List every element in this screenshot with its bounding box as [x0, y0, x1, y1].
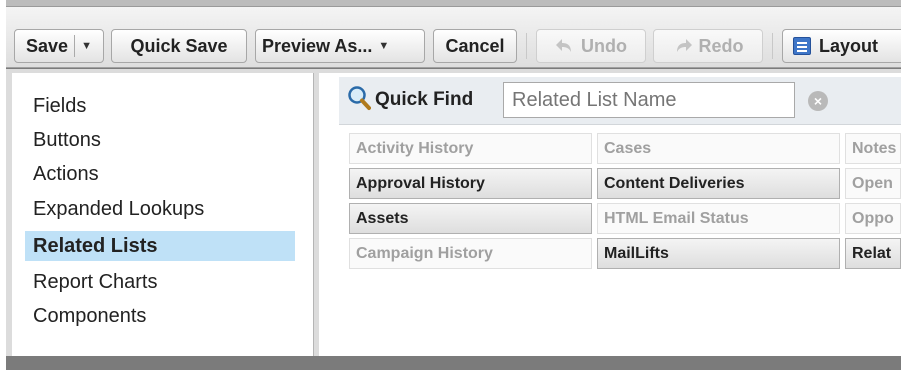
- preview-as-label: Preview As...: [262, 35, 373, 56]
- related-list-item-content-deliveries[interactable]: Content Deliveries: [597, 168, 840, 199]
- related-list-item-activity-history[interactable]: Activity History: [349, 133, 592, 164]
- related-list-item-assets[interactable]: Assets: [349, 203, 592, 234]
- redo-label: Redo: [698, 35, 744, 56]
- layout-label: Layout: [819, 35, 879, 56]
- layout-button[interactable]: Layout: [782, 29, 901, 63]
- related-list-item-relat[interactable]: Relat: [845, 238, 901, 269]
- sidebar-item-components[interactable]: Components: [25, 301, 295, 331]
- quick-find-input[interactable]: [503, 82, 795, 118]
- related-list-item-html-email-status[interactable]: HTML Email Status: [597, 203, 840, 234]
- sidebar-item-fields[interactable]: Fields: [25, 91, 295, 121]
- redo-button[interactable]: Redo: [653, 29, 763, 63]
- toolbar-divider: [526, 33, 527, 59]
- toolbar: Save ▼ Quick Save Preview As... ▼ Cancel…: [6, 6, 901, 68]
- sidebar-item-actions[interactable]: Actions: [25, 159, 295, 189]
- quick-find-bar: Quick Find ×: [339, 77, 901, 125]
- toolbar-divider: [772, 33, 773, 59]
- palette-main: Quick Find × Activity History Approval H…: [319, 73, 901, 356]
- related-list-item-cases[interactable]: Cases: [597, 133, 840, 164]
- undo-label: Undo: [581, 35, 627, 56]
- split-divider: [74, 35, 76, 57]
- sidebar-item-expanded-lookups[interactable]: Expanded Lookups: [25, 194, 295, 224]
- cancel-label: Cancel: [445, 35, 505, 56]
- related-list-item-campaign-history[interactable]: Campaign History: [349, 238, 592, 269]
- chevron-down-icon[interactable]: ▼: [81, 40, 92, 52]
- sidebar-item-report-charts[interactable]: Report Charts: [25, 267, 295, 297]
- quick-save-label: Quick Save: [130, 35, 228, 56]
- save-button[interactable]: Save ▼: [14, 29, 104, 63]
- sidebar-item-buttons[interactable]: Buttons: [25, 125, 295, 155]
- quick-find-label: Quick Find: [375, 89, 474, 110]
- preview-as-button[interactable]: Preview As... ▼: [255, 29, 425, 63]
- quick-save-button[interactable]: Quick Save: [111, 29, 247, 63]
- editor-body: Fields Buttons Actions Expanded Lookups …: [6, 69, 901, 356]
- layout-editor: Save ▼ Quick Save Preview As... ▼ Cancel…: [6, 0, 901, 370]
- related-list-item-maillifts[interactable]: MailLifts: [597, 238, 840, 269]
- undo-button[interactable]: Undo: [536, 29, 646, 63]
- related-list-item-notes[interactable]: Notes: [845, 133, 901, 164]
- cancel-button[interactable]: Cancel: [433, 29, 517, 63]
- sidebar-item-related-lists[interactable]: Related Lists: [25, 231, 295, 261]
- related-list-item-approval-history[interactable]: Approval History: [349, 168, 592, 199]
- layout-icon: [793, 37, 811, 55]
- related-list-item-oppo[interactable]: Oppo: [845, 203, 901, 234]
- save-button-label: Save: [26, 35, 69, 56]
- chevron-down-icon: ▼: [378, 40, 390, 52]
- search-icon: [348, 86, 371, 110]
- palette-sidebar: Fields Buttons Actions Expanded Lookups …: [12, 73, 314, 356]
- redo-icon: [676, 39, 692, 52]
- undo-icon: [556, 39, 571, 52]
- clear-icon[interactable]: ×: [808, 91, 828, 111]
- related-list-item-open[interactable]: Open: [845, 168, 901, 199]
